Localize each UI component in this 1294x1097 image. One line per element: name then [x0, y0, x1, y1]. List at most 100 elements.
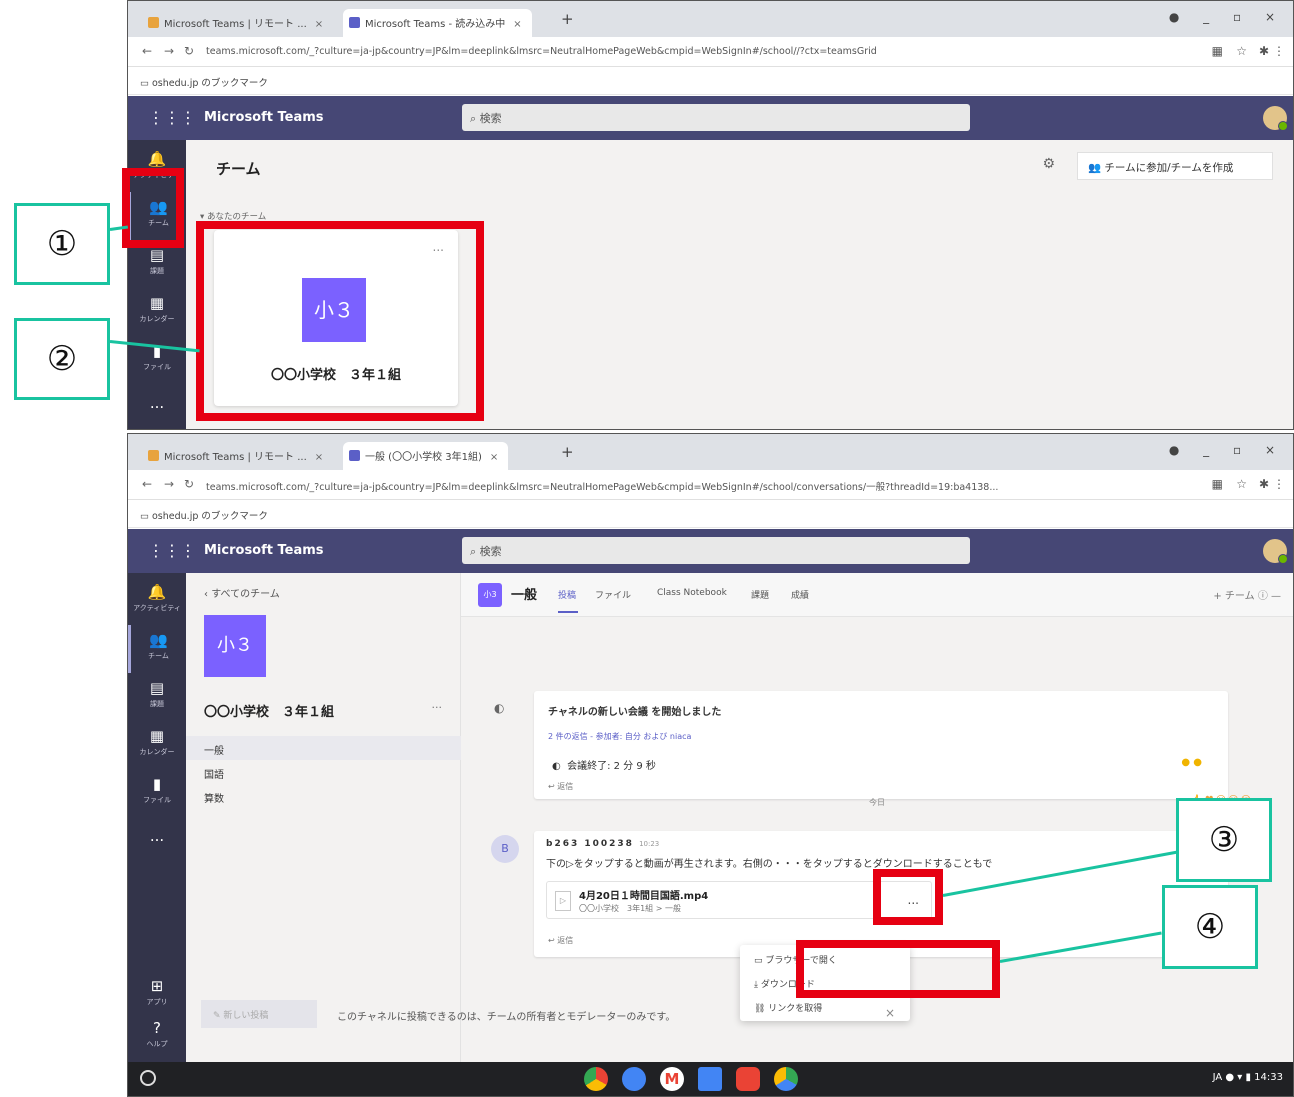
play-store-icon[interactable] — [774, 1067, 798, 1091]
browser-tab-site[interactable]: Microsoft Teams | リモート ... × — [142, 9, 333, 37]
tab-grades[interactable]: 成績 — [791, 588, 809, 601]
close-icon[interactable]: × — [315, 452, 323, 463]
teams-header: ⋮⋮⋮ Microsoft Teams ⌕ 検索 — [128, 96, 1293, 140]
window-controls[interactable]: ● _ ▫ × — [1169, 443, 1285, 457]
new-post-button[interactable]: ✎ 新しい投稿 — [201, 1000, 317, 1028]
rail-item-assignments[interactable]: ▤ 課題 — [128, 673, 186, 721]
translate-icon[interactable]: ▦ — [1212, 477, 1223, 491]
back-arrow-icon[interactable]: ← — [142, 477, 152, 491]
tab-assignments[interactable]: 課題 — [751, 588, 769, 601]
forward-arrow-icon[interactable]: → — [164, 477, 174, 491]
highlight-more-button — [873, 869, 943, 925]
browser-tab-channel[interactable]: 一般 (〇〇小学校 3年1組) × — [343, 442, 509, 470]
new-tab-button[interactable]: + — [561, 443, 574, 461]
channel-avatar: 小3 — [478, 583, 502, 607]
more-options-icon[interactable]: ··· — [432, 701, 443, 714]
app-launcher-icon[interactable]: ⋮⋮⋮ — [148, 541, 196, 560]
channel-item-japanese[interactable]: 国語 — [186, 760, 461, 784]
rail-item-teams[interactable]: 👥 チーム — [128, 625, 186, 673]
reply-link[interactable]: ↩ 返信 — [548, 781, 573, 792]
rail-item-activity[interactable]: 🔔 アクティビティ — [128, 577, 186, 625]
rail-item-help[interactable]: ? ヘルプ — [128, 1013, 186, 1061]
reply-link[interactable]: ↩ 返信 — [548, 935, 573, 946]
search-icon: ⌕ — [470, 112, 480, 125]
youtube-icon[interactable] — [736, 1067, 760, 1091]
menu-icon[interactable]: ⋮ — [1273, 44, 1285, 58]
date-separator: 今日 — [869, 798, 885, 807]
team-avatar: 小３ — [204, 615, 266, 677]
reload-icon[interactable]: ↻ — [184, 44, 194, 58]
url-field[interactable]: teams.microsoft.com/_?culture=ja-jp&coun… — [200, 42, 1183, 62]
tab-files[interactable]: ファイル — [595, 588, 631, 601]
page-title: チーム — [216, 160, 261, 178]
folder-icon: ▭ — [140, 78, 152, 89]
browser-tab-teams[interactable]: Microsoft Teams - 読み込み中 × — [343, 9, 532, 37]
team-info-controls[interactable]: + チーム ⓘ — — [1213, 587, 1281, 602]
highlight-download-item — [796, 940, 1000, 998]
channel-item-general[interactable]: 一般 — [186, 736, 461, 760]
close-icon[interactable]: × — [315, 19, 323, 30]
rail-item-more[interactable]: ... — [128, 388, 186, 429]
menu-icon[interactable]: ⋮ — [1273, 477, 1285, 491]
search-input[interactable]: ⌕ 検索 — [462, 537, 970, 564]
sender-name: b263 100238 10:23 — [546, 839, 660, 849]
avatar[interactable] — [1263, 539, 1288, 564]
chromeos-shelf: M JA ● ▾ ▮ 14:33 — [128, 1062, 1293, 1096]
close-icon[interactable]: × — [885, 1006, 895, 1020]
star-icon[interactable]: ☆ — [1236, 44, 1247, 58]
reaction-icons[interactable]: ● ● — [1181, 757, 1202, 768]
chrome-icon[interactable] — [584, 1067, 608, 1091]
backpack-icon: ▤ — [149, 679, 165, 697]
rail-item-files[interactable]: ▮ ファイル — [128, 769, 186, 817]
rail-item-calendar[interactable]: ▦ カレンダー — [128, 721, 186, 769]
rail-item-apps[interactable]: ⊞ アプリ — [128, 971, 186, 1019]
close-icon[interactable]: × — [490, 452, 498, 463]
avatar[interactable] — [1263, 106, 1288, 131]
meeting-started-text: チャネルの新しい会議 を開始しました — [548, 707, 722, 718]
browser-tab-bar: Microsoft Teams | リモート ... × 一般 (〇〇小学校 3年… — [128, 434, 1293, 470]
files-app-icon[interactable] — [622, 1067, 646, 1091]
sender-avatar[interactable]: B — [491, 835, 519, 863]
back-arrow-icon[interactable]: ← — [142, 44, 152, 58]
docs-icon[interactable] — [698, 1067, 722, 1091]
translate-icon[interactable]: ▦ — [1212, 44, 1223, 58]
new-tab-button[interactable]: + — [561, 10, 574, 28]
status-tray[interactable]: JA ● ▾ ▮ 14:33 — [1213, 1072, 1283, 1083]
teams-header: ⋮⋮⋮ Microsoft Teams ⌕ 検索 — [128, 529, 1293, 573]
callout-4: ④ — [1162, 885, 1258, 969]
meeting-participants-link[interactable]: 2 件の返信 - 参加者: 自分 および niaca — [548, 731, 691, 742]
back-to-all-teams-link[interactable]: ‹ すべてのチーム — [204, 585, 280, 600]
search-input[interactable]: ⌕ 検索 — [462, 104, 970, 131]
teams-favicon-icon — [148, 450, 159, 461]
backpack-icon: ▤ — [149, 246, 165, 264]
join-create-team-button[interactable]: 👥 チームに参加/チームを作成 — [1077, 152, 1273, 180]
extension-icon[interactable]: ✱ — [1259, 477, 1269, 491]
highlight-team-card — [196, 221, 484, 421]
gmail-icon[interactable]: M — [660, 1067, 684, 1091]
browser-tab-site[interactable]: Microsoft Teams | リモート ... × — [142, 442, 333, 470]
url-field[interactable]: teams.microsoft.com/_?culture=ja-jp&coun… — [200, 475, 1183, 495]
gear-icon[interactable]: ⚙ — [1042, 156, 1055, 172]
rail-item-more[interactable]: ... — [128, 821, 186, 869]
active-tab-indicator — [558, 611, 578, 613]
video-camera-icon: ◐ — [494, 701, 505, 715]
tab-class-notebook[interactable]: Class Notebook — [657, 588, 727, 598]
browser-tab-bar: Microsoft Teams | リモート ... × Microsoft Te… — [128, 1, 1293, 37]
reload-icon[interactable]: ↻ — [184, 477, 194, 491]
app-title: Microsoft Teams — [204, 543, 324, 558]
rail-item-calendar[interactable]: ▦ カレンダー — [128, 288, 186, 336]
channel-item-math[interactable]: 算数 — [186, 784, 461, 808]
app-title: Microsoft Teams — [204, 110, 324, 125]
window-controls[interactable]: ● _ ▫ × — [1169, 10, 1285, 24]
forward-arrow-icon[interactable]: → — [164, 44, 174, 58]
tab-posts[interactable]: 投稿 — [558, 588, 576, 601]
launcher-icon[interactable] — [140, 1070, 156, 1086]
callout-2: ② — [14, 318, 110, 400]
help-icon: ? — [153, 1019, 161, 1037]
file-name: 4月20日１時間目国語.mp4 — [579, 891, 709, 902]
app-launcher-icon[interactable]: ⋮⋮⋮ — [148, 108, 196, 127]
edit-icon: ✎ — [213, 1011, 224, 1021]
star-icon[interactable]: ☆ — [1236, 477, 1247, 491]
extension-icon[interactable]: ✱ — [1259, 44, 1269, 58]
close-icon[interactable]: × — [513, 19, 521, 30]
